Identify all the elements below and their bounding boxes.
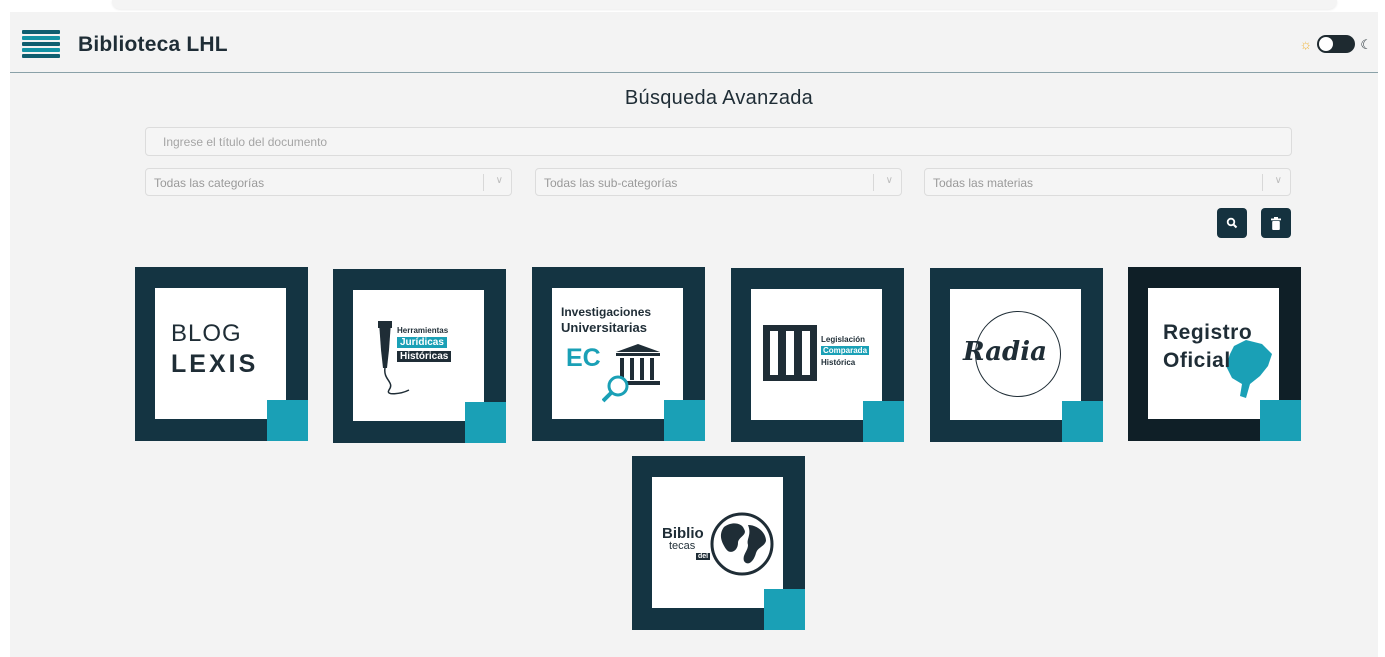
bibliotecas-line2: tecas	[669, 540, 696, 552]
legislacion-line3: Histórica	[821, 358, 856, 367]
card-herramientas-juridicas[interactable]: Herramientas Jurídicas Históricas	[333, 269, 506, 443]
card-legislacion-comparada[interactable]: Legislación Comparada Histórica	[731, 268, 904, 442]
museum-magnifier-icon	[602, 344, 660, 403]
browser-top-strip	[0, 0, 1385, 12]
subcategory-select-value: Todas las sub-categorías	[544, 176, 678, 190]
card-radia[interactable]: Radia	[930, 268, 1103, 442]
herramientas-line3: Históricas	[397, 351, 452, 362]
moon-icon: ☾	[1360, 36, 1372, 52]
sun-icon: ☼	[1299, 36, 1313, 52]
brand-title[interactable]: Biblioteca LHL	[78, 33, 228, 57]
investigaciones-line3: EC	[566, 344, 601, 372]
chevron-down-icon: ∨	[885, 175, 893, 186]
registro-line1: Registro	[1163, 321, 1253, 344]
bibliotecas-line3: del	[696, 553, 711, 560]
card-bibliotecas[interactable]: Biblio tecas del	[632, 456, 805, 630]
legislacion-line2: Comparada	[821, 346, 870, 355]
page-title: Búsqueda Avanzada	[624, 87, 814, 109]
menu-icon[interactable]	[22, 30, 60, 60]
blog-lexis-line2: LEXIS	[171, 350, 259, 378]
app-container: Biblioteca LHL ☼ ☾ Búsqueda Avanzada Tod…	[10, 12, 1378, 657]
investigaciones-line2: Universitarias	[561, 320, 647, 335]
investigaciones-line1: Investigaciones	[561, 305, 652, 319]
document-title-search-input[interactable]	[145, 127, 1292, 156]
theme-switcher: ☼ ☾	[1299, 35, 1372, 53]
card-blog-lexis[interactable]: BLOG LEXIS	[135, 267, 308, 441]
ecuador-map-icon	[1226, 340, 1272, 398]
navbar: Biblioteca LHL ☼ ☾	[10, 12, 1378, 73]
card-registro-oficial[interactable]: Registro Oficial	[1128, 267, 1301, 441]
category-select-value: Todas las categorías	[154, 176, 265, 190]
search-icon	[1226, 217, 1238, 229]
clear-button[interactable]	[1261, 208, 1291, 238]
chevron-down-icon: ∨	[495, 175, 503, 186]
chevron-down-icon: ∨	[1274, 175, 1282, 186]
globe-icon	[710, 512, 774, 576]
category-select[interactable]: Todas las categorías ∨	[145, 168, 512, 196]
legislacion-line1: Legislación	[821, 335, 866, 344]
columns-icon	[763, 325, 817, 381]
subject-select-value: Todas las materias	[933, 176, 1034, 190]
trash-icon	[1271, 216, 1281, 230]
herramientas-line2: Jurídicas	[397, 337, 447, 348]
blog-lexis-line1: BLOG	[171, 320, 242, 347]
radia-logo-text: Radia	[963, 337, 1047, 367]
subject-select[interactable]: Todas las materias ∨	[924, 168, 1291, 196]
search-button[interactable]	[1217, 208, 1247, 238]
herramientas-line1: Herramientas	[397, 326, 449, 335]
subcategory-select[interactable]: Todas las sub-categorías ∨	[535, 168, 902, 196]
registro-line2: Oficial	[1163, 349, 1231, 372]
theme-toggle[interactable]	[1317, 35, 1356, 53]
card-investigaciones-universitarias[interactable]: Investigaciones Universitarias EC	[532, 267, 705, 441]
